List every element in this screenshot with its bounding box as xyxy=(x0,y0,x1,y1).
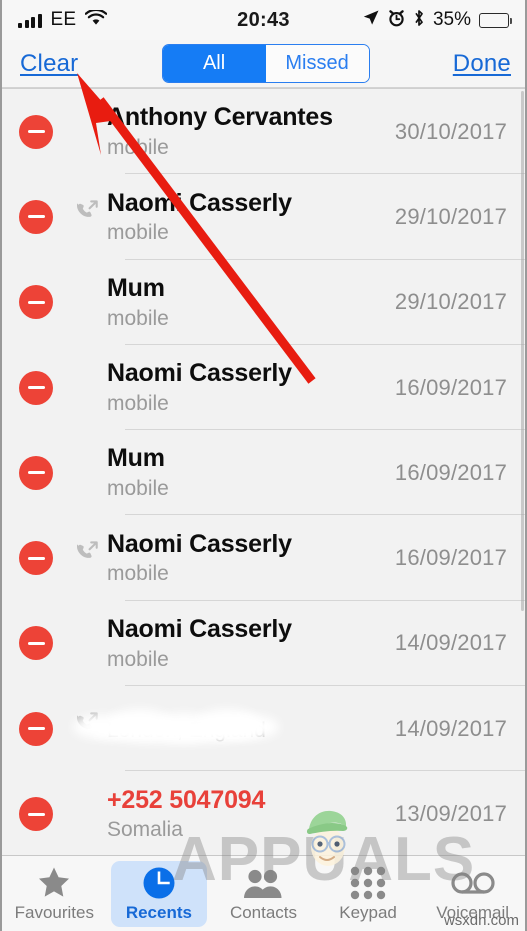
caller-subtitle: mobile xyxy=(107,477,169,501)
table-row[interactable]: Naomi Casserly mobile 16/09/2017 xyxy=(2,344,525,431)
voicemail-icon xyxy=(451,865,495,901)
segment-all[interactable]: All xyxy=(162,45,266,82)
delete-call-button[interactable] xyxy=(19,541,53,576)
location-arrow-icon xyxy=(362,9,380,32)
table-row[interactable]: London, England 14/09/2017 xyxy=(2,686,525,772)
star-icon xyxy=(37,865,71,901)
bluetooth-icon xyxy=(413,9,425,32)
call-date: 14/09/2017 xyxy=(394,630,507,656)
call-row-text: Naomi Casserly mobile xyxy=(103,530,395,587)
delete-call-button[interactable] xyxy=(19,711,53,746)
tab-contacts[interactable]: Contacts xyxy=(211,856,316,931)
clear-button[interactable]: Clear xyxy=(20,50,78,78)
call-row-text: Naomi Casserly mobile xyxy=(103,359,395,416)
call-date: 29/10/2017 xyxy=(394,289,507,315)
caller-name: +252 5047094 xyxy=(107,785,266,814)
caller-subtitle: mobile xyxy=(107,391,169,415)
call-date: 16/09/2017 xyxy=(394,459,507,485)
call-row-text: Naomi Casserly mobile xyxy=(103,615,395,672)
tab-label: Favourites xyxy=(14,902,94,922)
call-row-text: London, England xyxy=(73,708,395,743)
tab-label: Recents xyxy=(125,902,192,922)
tab-label: Voicemail xyxy=(436,902,510,922)
delete-call-button[interactable] xyxy=(19,455,53,490)
status-bar: EE 20:43 35% xyxy=(2,0,525,40)
caller-subtitle: mobile xyxy=(107,647,169,671)
people-icon xyxy=(242,865,284,901)
alarm-clock-icon xyxy=(388,9,405,32)
call-date: 29/10/2017 xyxy=(394,203,507,229)
call-date: 16/09/2017 xyxy=(394,545,507,571)
phone-screen: EE 20:43 35% Clear All Missed Done Antho… xyxy=(0,0,527,931)
tab-bar: Favourites Recents Contacts Keypad Voice… xyxy=(2,855,525,931)
keypad-icon xyxy=(349,865,387,901)
call-date: 14/09/2017 xyxy=(394,715,507,741)
clock-icon xyxy=(142,865,176,901)
delete-call-button[interactable] xyxy=(19,285,53,320)
caller-subtitle: London, England xyxy=(107,718,266,742)
caller-subtitle: mobile xyxy=(107,306,169,330)
tab-keypad[interactable]: Keypad xyxy=(316,856,421,931)
caller-name: Naomi Casserly xyxy=(107,359,292,388)
delete-call-button[interactable] xyxy=(19,626,53,661)
outgoing-call-icon xyxy=(71,198,103,222)
table-row[interactable]: Naomi Casserly mobile 16/09/2017 xyxy=(2,515,525,602)
delete-call-button[interactable] xyxy=(19,797,53,832)
caller-name: Mum xyxy=(107,273,165,302)
delete-call-button[interactable] xyxy=(19,199,53,234)
delete-call-button[interactable] xyxy=(19,114,53,149)
table-row[interactable]: Anthony Cervantes mobile 30/10/2017 xyxy=(2,89,525,175)
tab-label: Contacts xyxy=(229,902,298,922)
navigation-bar: Clear All Missed Done xyxy=(2,40,525,88)
done-button[interactable]: Done xyxy=(453,50,511,78)
table-row[interactable]: +252 5047094 Somalia 13/09/2017 xyxy=(2,771,525,857)
call-row-text: Mum mobile xyxy=(103,444,395,501)
table-row[interactable]: Mum mobile 29/10/2017 xyxy=(2,259,525,346)
caller-subtitle: mobile xyxy=(107,135,169,159)
table-row[interactable]: Naomi Casserly mobile 29/10/2017 xyxy=(2,174,525,260)
tab-favourites[interactable]: Favourites xyxy=(2,856,107,931)
call-date: 13/09/2017 xyxy=(394,801,507,827)
battery-percent-label: 35% xyxy=(432,9,471,30)
caller-name: Naomi Casserly xyxy=(107,614,292,643)
outgoing-call-icon xyxy=(71,539,103,563)
table-row[interactable]: Naomi Casserly mobile 14/09/2017 xyxy=(2,600,525,687)
call-row-text: +252 5047094 Somalia xyxy=(103,786,395,843)
segment-missed[interactable]: Missed xyxy=(265,45,369,82)
status-bar-right: 35% xyxy=(362,9,512,32)
outgoing-call-icon xyxy=(71,710,103,734)
tab-recents[interactable]: Recents xyxy=(107,856,212,931)
caller-subtitle: mobile xyxy=(107,221,169,245)
caller-name: Naomi Casserly xyxy=(107,188,292,217)
caller-name: Anthony Cervantes xyxy=(107,103,333,132)
call-row-text: Naomi Casserly mobile xyxy=(103,189,395,246)
call-date: 16/09/2017 xyxy=(394,374,507,400)
tab-label: Keypad xyxy=(339,902,397,922)
table-row[interactable]: Mum mobile 16/09/2017 xyxy=(2,430,525,516)
tab-voicemail[interactable]: Voicemail xyxy=(420,856,525,931)
list-scrollbar[interactable] xyxy=(521,91,524,611)
caller-subtitle: Somalia xyxy=(107,818,183,842)
call-row-text: Mum mobile xyxy=(103,274,395,331)
call-date: 30/10/2017 xyxy=(394,118,507,144)
call-filter-segmented-control[interactable]: All Missed xyxy=(161,44,370,83)
battery-icon xyxy=(479,12,512,28)
caller-subtitle: mobile xyxy=(107,562,169,586)
call-row-text: Anthony Cervantes mobile xyxy=(103,103,395,160)
caller-name: Mum xyxy=(107,444,165,473)
delete-call-button[interactable] xyxy=(19,370,53,405)
caller-name: Naomi Casserly xyxy=(107,529,292,558)
recent-calls-list[interactable]: Anthony Cervantes mobile 30/10/2017 Naom… xyxy=(2,88,525,857)
